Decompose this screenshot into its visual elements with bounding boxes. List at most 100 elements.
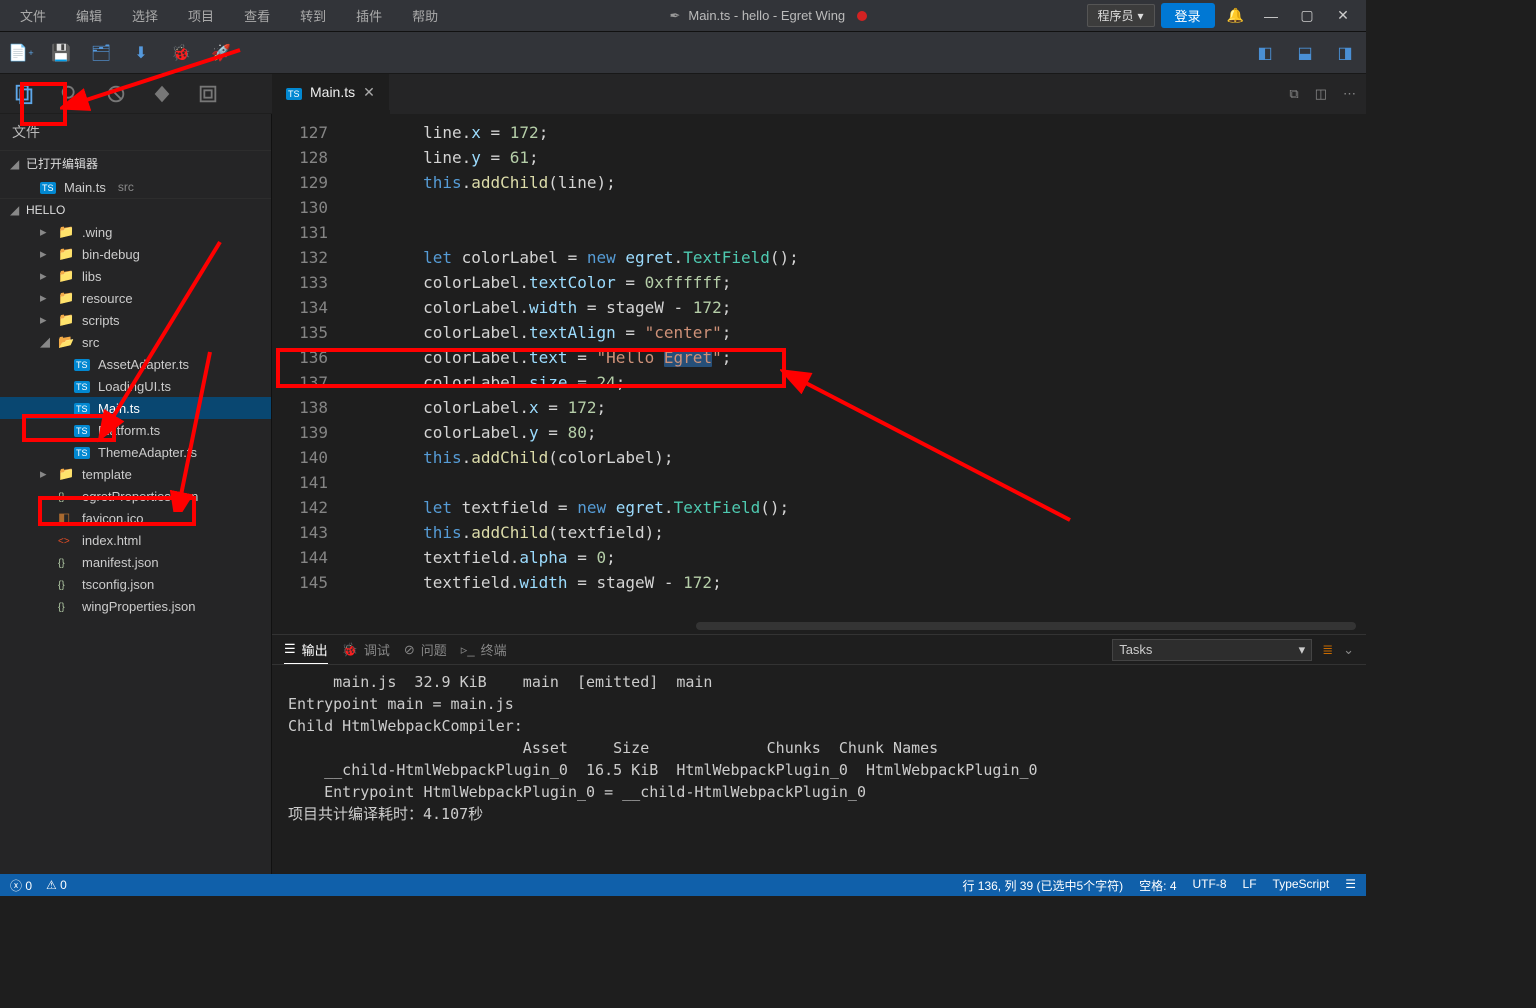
search-tab-icon[interactable] — [48, 75, 92, 113]
more-actions-icon[interactable]: ⋯ — [1343, 86, 1356, 102]
panel-tab-problems[interactable]: ⊘ 问题 — [404, 636, 447, 663]
ts-file-icon — [74, 444, 90, 460]
menu-item-编辑[interactable]: 编辑 — [64, 3, 114, 28]
tree-item[interactable]: index.html — [0, 529, 271, 551]
menu-item-转到[interactable]: 转到 — [288, 3, 338, 28]
output-channel-select[interactable]: Tasks▾ — [1112, 639, 1312, 661]
new-file-icon[interactable]: 📄+ — [10, 42, 32, 64]
role-dropdown[interactable]: 程序员 ▾ — [1087, 4, 1155, 27]
menu-item-文件[interactable]: 文件 — [8, 3, 58, 28]
ts-file-icon — [74, 422, 90, 438]
status-cursor[interactable]: 行 136, 列 39 (已选中5个字符) — [962, 877, 1123, 894]
open-editors-header[interactable]: ◢已打开编辑器 — [0, 151, 271, 176]
compare-icon[interactable]: ⧉ — [1289, 86, 1298, 102]
frame-icon[interactable] — [186, 75, 230, 113]
tree-item[interactable]: ▸scripts — [0, 309, 271, 331]
tree-item[interactable]: LoadingUI.ts — [0, 375, 271, 397]
notifications-icon[interactable]: 🔔 — [1221, 7, 1250, 24]
main-toolbar: 📄+ 💾 🗂 ⬇ 🐞 🚀 ◧ ⬓ ◨ — [0, 32, 1366, 74]
folder-icon — [58, 246, 74, 262]
save-all-icon[interactable]: 🗂 — [90, 42, 112, 64]
status-language[interactable]: TypeScript — [1273, 877, 1330, 894]
tree-item[interactable]: favicon.ico — [0, 507, 271, 529]
collapse-panel-icon[interactable]: ⌄ — [1343, 642, 1354, 658]
file-tree: ▸.wing▸bin-debug▸libs▸resource▸scripts◢s… — [0, 221, 271, 617]
clear-output-icon[interactable]: ≣ — [1322, 642, 1333, 658]
login-button[interactable]: 登录 — [1161, 3, 1215, 28]
close-button[interactable]: ✕ — [1328, 7, 1358, 24]
panel-tab-terminal[interactable]: ▹_ 终端 — [461, 636, 507, 663]
folder-icon — [58, 466, 74, 482]
menu-item-查看[interactable]: 查看 — [232, 3, 282, 28]
tree-item[interactable]: ▸.wing — [0, 221, 271, 243]
folder-icon — [58, 334, 74, 350]
horizontal-scrollbar[interactable] — [696, 622, 1356, 630]
status-warnings[interactable]: ⚠ 0 — [46, 878, 67, 892]
save-icon[interactable]: 💾 — [50, 42, 72, 64]
rocket-icon[interactable]: 🚀 — [210, 42, 232, 64]
tree-item[interactable]: ▸bin-debug — [0, 243, 271, 265]
download-icon[interactable]: ⬇ — [130, 42, 152, 64]
open-editor-item[interactable]: Main.tssrc — [0, 176, 271, 198]
status-bar: ⓧ 0 ⚠ 0 行 136, 列 39 (已选中5个字符) 空格: 4 UTF-… — [0, 874, 1366, 896]
project-header[interactable]: ◢HELLO — [0, 199, 271, 221]
tree-item[interactable]: egretProperties.json — [0, 485, 271, 507]
app-logo-icon — [669, 8, 680, 24]
bottom-panel: ☰ 输出 🐞 调试 ⊘ 问题 ▹_ 终端 Tasks▾ ≣ ⌄ main.js … — [272, 634, 1366, 874]
status-encoding[interactable]: UTF-8 — [1193, 877, 1227, 894]
panel-tab-output[interactable]: ☰ 输出 — [284, 636, 328, 664]
tree-item[interactable]: manifest.json — [0, 551, 271, 573]
no-entry-icon[interactable] — [94, 75, 138, 113]
status-eol[interactable]: LF — [1243, 877, 1257, 894]
close-tab-icon[interactable]: ✕ — [363, 84, 375, 101]
editor-tab-main[interactable]: Main.ts ✕ — [272, 74, 390, 110]
tree-item[interactable]: ◢src — [0, 331, 271, 353]
menu-item-选择[interactable]: 选择 — [120, 3, 170, 28]
tree-item[interactable]: ▸libs — [0, 265, 271, 287]
output-body[interactable]: main.js 32.9 KiB main [emitted] main Ent… — [272, 665, 1366, 874]
editor-body[interactable]: 127 128 129 130 131 132 133 134 135 136 … — [272, 114, 1366, 634]
sidebar: 文件 ◢已打开编辑器 Main.tssrc ◢HELLO ▸.wing▸bin-… — [0, 74, 272, 874]
split-editor-icon[interactable]: ◫ — [1315, 86, 1327, 102]
json-file-icon — [58, 554, 74, 570]
menu-item-帮助[interactable]: 帮助 — [400, 3, 450, 28]
recording-indicator-icon — [857, 11, 867, 21]
tree-item[interactable]: ThemeAdapter.ts — [0, 441, 271, 463]
ts-file-icon — [74, 356, 90, 372]
window-title: Main.ts - hello - Egret Wing — [450, 8, 1086, 24]
editor-action-bar: ⧉ ◫ ⋯ — [390, 74, 1366, 114]
layout-left-icon[interactable]: ◧ — [1254, 42, 1276, 64]
status-feedback-icon[interactable]: ☰ — [1345, 877, 1356, 894]
status-errors[interactable]: ⓧ 0 — [10, 877, 32, 894]
minimize-button[interactable]: — — [1256, 8, 1286, 24]
title-text: Main.ts - hello - Egret Wing — [688, 8, 845, 23]
tree-item[interactable]: ▸resource — [0, 287, 271, 309]
tree-item[interactable]: Platform.ts — [0, 419, 271, 441]
code-content[interactable]: line.x = 172; line.y = 61; this.addChild… — [346, 114, 1366, 634]
menu-item-插件[interactable]: 插件 — [344, 3, 394, 28]
bug-icon[interactable]: 🐞 — [170, 42, 192, 64]
status-spaces[interactable]: 空格: 4 — [1139, 877, 1176, 894]
ico-file-icon — [58, 510, 74, 526]
tree-item[interactable]: tsconfig.json — [0, 573, 271, 595]
panel-tab-debug[interactable]: 🐞 调试 — [342, 636, 390, 663]
tree-item[interactable]: AssetAdapter.ts — [0, 353, 271, 375]
maximize-button[interactable]: ▢ — [1292, 7, 1322, 24]
menu-item-项目[interactable]: 项目 — [176, 3, 226, 28]
tree-item[interactable]: ▸template — [0, 463, 271, 485]
ts-file-icon — [40, 179, 56, 195]
ts-file-icon — [74, 400, 90, 416]
layout-right-icon[interactable]: ◨ — [1334, 42, 1356, 64]
folder-icon — [58, 312, 74, 328]
line-gutter: 127 128 129 130 131 132 133 134 135 136 … — [272, 114, 346, 634]
tree-item[interactable]: wingProperties.json — [0, 595, 271, 617]
tree-item[interactable]: Main.ts — [0, 397, 271, 419]
explorer-tab-icon[interactable] — [2, 75, 46, 113]
diamond-icon[interactable] — [140, 75, 184, 113]
json-file-icon — [58, 576, 74, 592]
sidebar-title: 文件 — [0, 114, 271, 150]
layout-bottom-icon[interactable]: ⬓ — [1294, 42, 1316, 64]
json-file-icon — [58, 598, 74, 614]
title-right: 程序员 ▾ 登录 🔔 — ▢ ✕ — [1087, 3, 1359, 28]
folder-icon — [58, 290, 74, 306]
